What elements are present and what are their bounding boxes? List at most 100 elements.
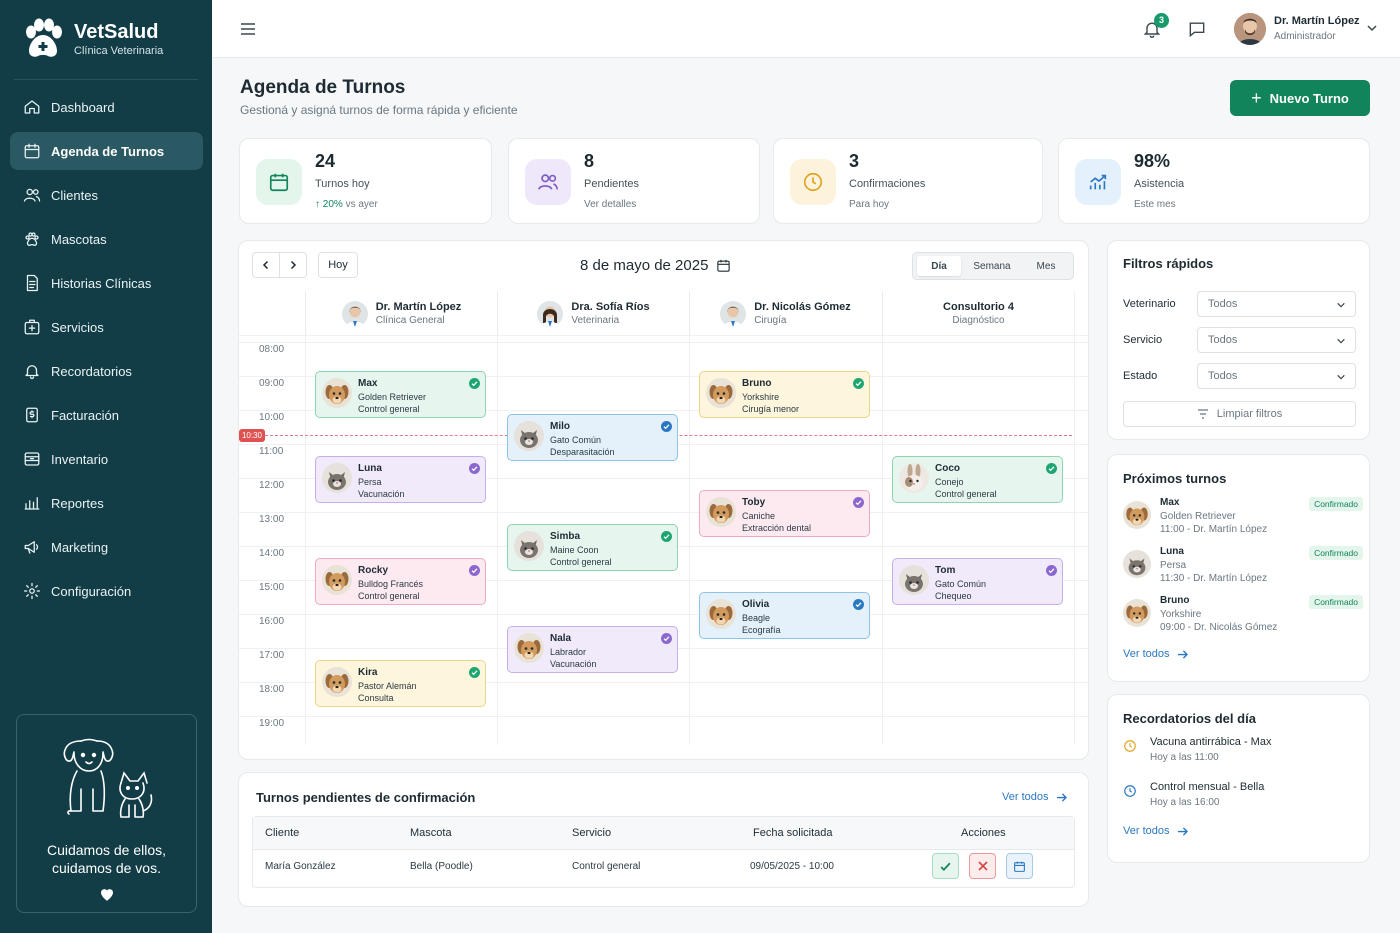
upcoming-item[interactable]: Luna Persa 11:30 - Dr. Martín López Confirm…: [1123, 546, 1363, 590]
appointment-card[interactable]: Luna Persa Vacunación: [315, 456, 486, 503]
appointment-service: Control general: [935, 489, 997, 499]
column-header-servicio: Servicio: [572, 827, 612, 839]
sidebar-item-marketing[interactable]: Marketing: [10, 528, 203, 566]
time-label: 13:00: [259, 514, 285, 525]
reschedule-button[interactable]: [1006, 853, 1033, 879]
sidebar-item-reportes[interactable]: Reportes: [10, 484, 203, 522]
appointment-pet-name: Toby: [742, 497, 766, 508]
sidebar-item-clientes[interactable]: Clientes: [10, 176, 203, 214]
appointment-card[interactable]: Coco Conejo Control general: [892, 456, 1063, 503]
column-header-fecha: Fecha solicitada: [753, 827, 833, 839]
upcoming-item[interactable]: Max Golden Retriever 11:00 - Dr. Martín Ló…: [1123, 497, 1363, 541]
next-day-button[interactable]: [279, 252, 307, 278]
upcoming-view-all-link[interactable]: Ver todos: [1123, 648, 1189, 660]
stat-card-turnos-hoy: 24 Turnos hoy ↑ 20% vs ayer: [239, 138, 492, 224]
pending-view-all-link[interactable]: Ver todos: [1002, 791, 1068, 803]
appointment-card[interactable]: Kira Pastor Alemán Consulta: [315, 660, 486, 707]
appointment-card[interactable]: Toby Caniche Extracción dental: [699, 490, 870, 537]
pet-avatar: [899, 463, 929, 493]
plus-icon: +: [1251, 87, 1262, 108]
stat-details-link[interactable]: Ver detalles: [584, 199, 636, 210]
upcoming-pet-name: Luna: [1160, 546, 1184, 557]
sidebar-item-historias-clinicas[interactable]: Historias Clínicas: [10, 264, 203, 302]
appointment-breed: Conejo: [935, 477, 964, 487]
sidebar-item-mascotas[interactable]: Mascotas: [10, 220, 203, 258]
column-divider: [882, 291, 883, 745]
check-circle-icon: [469, 565, 480, 576]
sidebar-item-servicios[interactable]: Servicios: [10, 308, 203, 346]
appointment-card[interactable]: Nala Labrador Vacunación: [507, 626, 678, 673]
stat-card-pendientes[interactable]: 8 Pendientes Ver detalles: [508, 138, 760, 224]
dog-photo: [706, 497, 736, 527]
today-button[interactable]: Hoy: [318, 252, 358, 278]
user-avatar[interactable]: [1234, 13, 1266, 45]
stat-label: Confirmaciones: [849, 178, 926, 190]
time-label: 18:00: [259, 684, 285, 695]
clear-filters-button[interactable]: Limpiar filtros: [1123, 401, 1356, 427]
sidebar-item-recordatorios[interactable]: Recordatorios: [10, 352, 203, 390]
appointment-card[interactable]: Max Golden Retriever Control general: [315, 371, 486, 418]
appointment-breed: Caniche: [742, 511, 776, 521]
reminders-view-all-link[interactable]: Ver todos: [1123, 825, 1189, 837]
user-name[interactable]: Dr. Martín López: [1274, 15, 1360, 27]
upcoming-time: 11:30 - Dr. Martín López: [1160, 573, 1268, 584]
calendar-column-header[interactable]: Dr. Nicolás Gómez Cirugía: [689, 291, 881, 336]
appointment-breed: Bulldog Francés: [358, 579, 424, 589]
appointment-breed: Golden Retriever: [358, 392, 427, 402]
sidebar-item-facturacion[interactable]: Facturación: [10, 396, 203, 434]
messages-icon[interactable]: [1187, 19, 1207, 39]
appointment-pet-name: Rocky: [358, 565, 389, 576]
appointment-card[interactable]: Olivia Beagle Ecografía: [699, 592, 870, 639]
calendar-column-header[interactable]: Dr. Martín López Clínica General: [305, 291, 497, 336]
view-month-button[interactable]: Mes: [1023, 256, 1069, 276]
doctor-portrait-icon: [341, 300, 368, 327]
appointment-pet-name: Nala: [550, 633, 572, 644]
time-label: 08:00: [259, 344, 285, 355]
calendar-column-header[interactable]: Dra. Sofía Ríos Veterinaria: [497, 291, 689, 336]
pet-avatar: [322, 463, 352, 493]
calendar-stat-icon: [256, 159, 302, 205]
column-name: Dr. Martín López: [375, 301, 462, 313]
appointment-service: Vacunación: [358, 489, 405, 499]
sidebar-item-dashboard[interactable]: Dashboard: [10, 88, 203, 126]
clear-filters-label: Limpiar filtros: [1216, 408, 1283, 420]
filter-select-veterinario[interactable]: Todos: [1197, 291, 1356, 317]
appointment-breed: Maine Coon: [550, 545, 599, 555]
column-specialty: Clínica General: [375, 315, 445, 326]
sidebar-item-inventario[interactable]: Inventario: [10, 440, 203, 478]
filter-select-servicio[interactable]: Todos: [1197, 327, 1356, 353]
cat-photo: [514, 531, 544, 561]
confirm-button[interactable]: [932, 853, 959, 879]
calendar-column-header[interactable]: Consultorio 4 Diagnóstico: [882, 291, 1074, 336]
brand-logo[interactable]: VetSalud Clínica Veterinaria: [22, 18, 163, 60]
reminder-item[interactable]: Vacuna antirrábica - Max Hoy a las 11:00: [1123, 736, 1363, 770]
sidebar-item-configuracion[interactable]: Configuración: [10, 572, 203, 610]
sidebar-divider: [14, 79, 198, 80]
dog-photo: [706, 599, 736, 629]
calendar-date-picker[interactable]: 8 de mayo de 2025: [580, 257, 731, 274]
upcoming-time: 11:00 - Dr. Martín López: [1160, 524, 1268, 535]
arrow-right-icon: [1057, 792, 1068, 802]
appointment-card[interactable]: Simba Maine Coon Control general: [507, 524, 678, 571]
dog-photo: [322, 565, 352, 595]
cell-date: 09/05/2025 - 10:00: [750, 861, 834, 872]
prev-day-button[interactable]: [252, 252, 280, 278]
reject-button[interactable]: [969, 853, 996, 879]
appointment-card[interactable]: Milo Gato Común Desparasitación: [507, 413, 678, 461]
new-appointment-button[interactable]: + Nuevo Turno: [1230, 80, 1370, 116]
sidebar-item-agenda-de-turnos[interactable]: Agenda de Turnos: [10, 132, 203, 170]
chevron-down-icon[interactable]: [1366, 22, 1378, 34]
column-divider: [1074, 291, 1075, 745]
upcoming-item[interactable]: Bruno Yorkshire 09:00 - Dr. Nicolás Gómez C…: [1123, 595, 1363, 639]
filter-select-estado[interactable]: Todos: [1197, 363, 1356, 389]
appointment-card[interactable]: Rocky Bulldog Francés Control general: [315, 558, 486, 605]
appointment-card[interactable]: Tom Gato Común Chequeo: [892, 558, 1063, 605]
reminder-item[interactable]: Control mensual - Bella Hoy a las 16:00: [1123, 781, 1363, 815]
view-day-button[interactable]: Día: [917, 256, 961, 276]
pet-avatar: [322, 565, 352, 595]
hamburger-menu-icon[interactable]: [238, 19, 258, 39]
rabbit-photo: [899, 463, 929, 493]
view-week-button[interactable]: Semana: [967, 256, 1017, 276]
doctor-avatar: [341, 300, 368, 327]
appointment-card[interactable]: Bruno Yorkshire Cirugía menor: [699, 371, 870, 418]
